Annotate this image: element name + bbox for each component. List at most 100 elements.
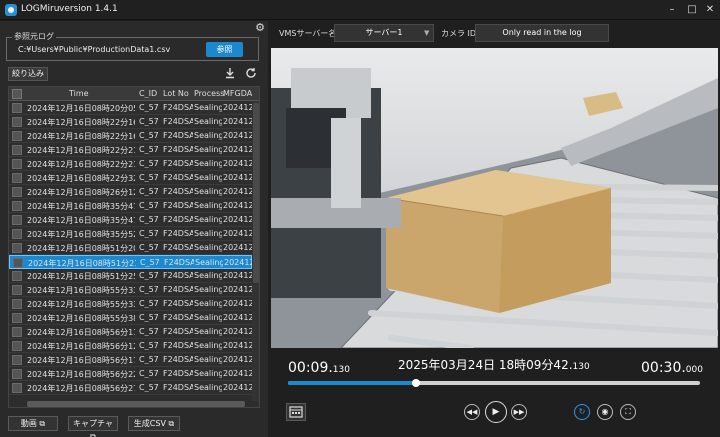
table-row[interactable]: 2024年12月16日08時22分32秒 C_57 F24DSATSealing20… (9, 171, 252, 185)
capture-button[interactable]: キャプチャ ⧉ (68, 416, 118, 437)
table-row[interactable]: 2024年12月16日08時51分21秒 C_57 F24DSATSealing20… (9, 255, 253, 269)
table-cell: 202412 (223, 327, 252, 336)
table-row[interactable]: 2024年12月16日08時26分12秒 C_57 F24DSATSealing20… (9, 185, 252, 199)
col-process[interactable]: Process (194, 89, 224, 98)
row-checkbox[interactable] (12, 131, 22, 141)
table-cell: Sealing (194, 145, 222, 154)
row-checkbox[interactable] (12, 327, 22, 337)
table-cell: 2024年12月16日08時51分20秒 (27, 244, 135, 253)
log-source-legend: 参照元ログ (12, 31, 56, 42)
table-row[interactable]: 2024年12月16日08時22分21秒 C_57 F24DSATSealing20… (9, 157, 252, 171)
col-c-id[interactable]: C_ID (139, 89, 165, 98)
end-time-ms: 000 (685, 365, 703, 375)
row-checkbox[interactable] (12, 159, 22, 169)
table-cell: 202412 (223, 341, 252, 350)
table-row[interactable]: 2024年12月16日08時35分47秒 C_57 F24DSATSealing20… (9, 213, 252, 227)
table-cell: C_57 (139, 369, 159, 378)
rewind-icon[interactable]: ◀◀ (464, 404, 480, 420)
refresh-icon[interactable] (245, 67, 257, 79)
row-checkbox[interactable] (12, 355, 22, 365)
table-row[interactable]: 2024年12月16日08時20分05秒 C_57 F24DSATSealing20… (9, 101, 252, 115)
table-cell: C_57 (139, 201, 159, 210)
vms-server-select[interactable]: サーバー1 (334, 24, 434, 42)
camera-icon[interactable]: ◉ (597, 404, 613, 420)
table-row[interactable]: 2024年12月16日08時56分27秒 C_57 F24DSATSealing20… (9, 381, 252, 395)
fast-forward-icon[interactable]: ▶▶ (511, 404, 527, 420)
table-cell: C_57 (139, 159, 159, 168)
close-button[interactable]: ✕ (702, 2, 718, 18)
calendar-icon[interactable] (286, 403, 306, 421)
col-time[interactable]: Time (69, 89, 109, 98)
table-cell: 2024年12月16日08時20分05秒 (27, 104, 135, 113)
table-row[interactable]: 2024年12月16日08時56分22秒 C_57 F24DSATSealing20… (9, 367, 252, 381)
timestamp-ms: 130 (572, 362, 590, 372)
table-cell: F24DSAT (163, 355, 193, 364)
select-all-checkbox[interactable] (12, 89, 22, 99)
download-icon[interactable] (224, 67, 236, 79)
table-row[interactable]: 2024年12月16日08時22分16秒 C_57 F24DSATSealing20… (9, 115, 252, 129)
row-checkbox[interactable] (12, 383, 22, 393)
row-checkbox[interactable] (12, 229, 22, 239)
table-row[interactable]: 2024年12月16日08時35分47秒 C_57 F24DSATSealing20… (9, 199, 252, 213)
loop-icon[interactable]: ↻ (574, 404, 590, 420)
minimize-button[interactable]: – (664, 2, 680, 18)
table-cell: 2024年12月16日08時51分25秒 (27, 272, 135, 281)
table-cell: F24DSAT (163, 131, 193, 140)
table-cell: F24DSAT (163, 215, 193, 224)
row-checkbox[interactable] (12, 117, 22, 127)
gear-icon[interactable]: ⚙ (254, 22, 266, 34)
generate-csv-button-label: 生成CSV (133, 419, 166, 428)
row-checkbox[interactable] (12, 285, 22, 295)
table-row[interactable]: 2024年12月16日08時51分20秒 C_57 F24DSATSealing20… (9, 241, 252, 255)
row-checkbox[interactable] (12, 299, 22, 309)
table-cell: C_57 (139, 229, 159, 238)
col-lot-no[interactable]: Lot No (163, 89, 193, 98)
table-row[interactable]: 2024年12月16日08時22分16秒 C_57 F24DSATSealing20… (9, 129, 252, 143)
table-cell: F24DSAT (163, 341, 193, 350)
table-horizontal-scrollbar[interactable] (27, 401, 245, 407)
chevron-down-icon: ▼ (424, 29, 430, 37)
filter-button[interactable]: 絞り込み (8, 67, 48, 81)
table-scroll-thumb[interactable] (253, 103, 259, 283)
table-row[interactable]: 2024年12月16日08時35分52秒 C_57 F24DSATSealing20… (9, 227, 252, 241)
seek-handle[interactable] (411, 379, 420, 387)
table-row[interactable]: 2024年12月16日08時22分21秒 C_57 F24DSATSealing20… (9, 143, 252, 157)
table-row[interactable]: 2024年12月16日08時51分25秒 C_57 F24DSATSealing20… (9, 269, 252, 283)
table-row[interactable]: 2024年12月16日08時55分33秒 C_57 F24DSATSealing20… (9, 283, 252, 297)
row-checkbox[interactable] (12, 173, 22, 183)
row-checkbox[interactable] (12, 103, 22, 113)
browse-button[interactable]: 参照 (206, 42, 243, 57)
row-checkbox[interactable] (12, 313, 22, 323)
log-path-field[interactable]: C:¥Users¥Public¥ProductionData1.csv (18, 45, 170, 54)
table-cell: 202412 (223, 383, 252, 392)
maximize-button[interactable]: □ (684, 2, 700, 18)
vms-server-label: VMSサーバー名 (279, 29, 337, 38)
row-checkbox[interactable] (12, 187, 22, 197)
table-cell: C_57 (139, 327, 159, 336)
row-checkbox[interactable] (12, 243, 22, 253)
row-checkbox[interactable] (13, 258, 23, 268)
table-cell: 2024年12月16日08時35分47秒 (27, 202, 135, 211)
table-cell: 2024年12月16日08時26分12秒 (27, 188, 135, 197)
fullscreen-icon[interactable]: ⛶ (620, 404, 636, 420)
col-mfgda[interactable]: MFGDA (223, 89, 252, 98)
generate-csv-button[interactable]: 生成CSV ⧉ (128, 416, 180, 431)
current-time-ms: 130 (332, 365, 350, 375)
timestamp: 2025年03月24日 18時09分42.130 (398, 356, 590, 373)
table-row[interactable]: 2024年12月16日08時56分17秒 C_57 F24DSATSealing20… (9, 353, 252, 367)
table-row[interactable]: 2024年12月16日08時56分11秒 C_57 F24DSATSealing20… (9, 325, 252, 339)
row-checkbox[interactable] (12, 145, 22, 155)
row-checkbox[interactable] (12, 271, 22, 281)
row-checkbox[interactable] (12, 201, 22, 211)
table-cell: C_57 (139, 131, 159, 140)
app-version: version 1.4.1 (59, 4, 118, 14)
row-checkbox[interactable] (12, 369, 22, 379)
table-row[interactable]: 2024年12月16日08時55分33秒 C_57 F24DSATSealing20… (9, 297, 252, 311)
row-checkbox[interactable] (12, 215, 22, 225)
row-checkbox[interactable] (12, 341, 22, 351)
video-button[interactable]: 動画 ⧉ (8, 416, 58, 431)
table-cell: C_57 (139, 271, 159, 280)
play-icon[interactable]: ▶ (485, 401, 507, 423)
table-row[interactable]: 2024年12月16日08時55分38秒 C_57 F24DSATSealing20… (9, 311, 252, 325)
table-row[interactable]: 2024年12月16日08時56分12秒 C_57 F24DSATSealing20… (9, 339, 252, 353)
